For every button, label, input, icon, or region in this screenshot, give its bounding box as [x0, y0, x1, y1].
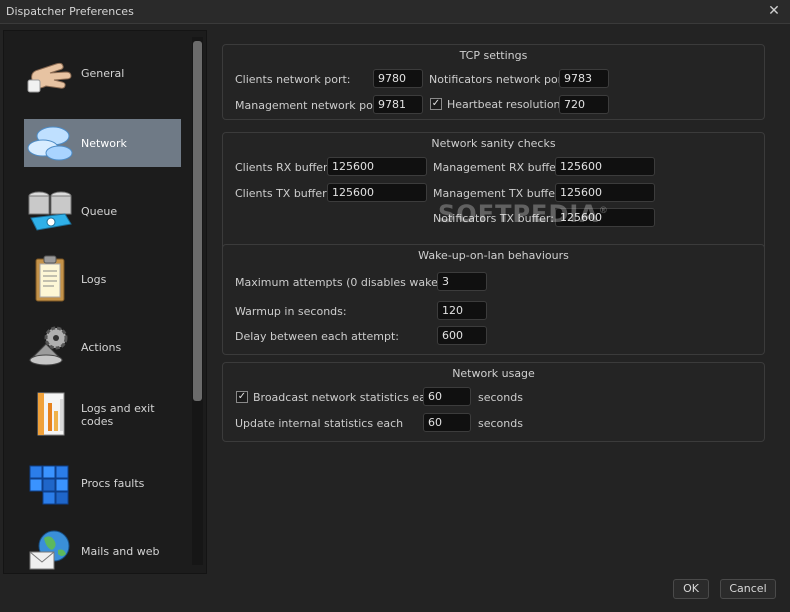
clouds-icon — [24, 119, 76, 167]
warmup-label: Warmup in seconds: — [235, 305, 347, 318]
sidebar-item-label: Logs — [81, 272, 107, 286]
heartbeat-checkbox[interactable]: ✓ — [430, 98, 442, 110]
heartbeat-label: Heartbeat resolution: — [447, 98, 565, 111]
broadcast-label: Broadcast network statistics each — [253, 391, 439, 404]
broadcast-interval-input[interactable] — [423, 387, 471, 406]
management-port-label: Management network port: — [235, 99, 386, 112]
management-rx-label: Management RX buffer: — [433, 161, 564, 174]
sidebar-item-logs[interactable]: Logs — [24, 255, 181, 303]
sidebar-item-label: Queue — [81, 204, 118, 218]
close-icon[interactable]: ✕ — [766, 3, 782, 19]
clipboard-icon — [24, 255, 76, 303]
max-attempts-label: Maximum attempts (0 disables wake up): — [235, 276, 464, 289]
globe-mail-icon — [24, 527, 76, 573]
sidebar-item-mails-web[interactable]: Mails and web — [24, 527, 181, 573]
cancel-button[interactable]: Cancel — [720, 579, 776, 599]
notificators-port-label: Notificators network port: — [429, 73, 571, 86]
network-sanity-group: Network sanity checks Clients RX buffer:… — [222, 132, 765, 255]
wake-on-lan-group: Wake-up-on-lan behaviours Maximum attemp… — [222, 244, 765, 355]
group-title: Wake-up-on-lan behaviours — [418, 249, 569, 262]
group-title: Network usage — [452, 367, 535, 380]
sidebar-scrollbar-thumb[interactable] — [193, 41, 202, 401]
delay-label: Delay between each attempt: — [235, 330, 399, 343]
management-tx-label: Management TX buffer: — [433, 187, 564, 200]
sidebar-item-general[interactable]: General — [24, 49, 181, 97]
clients-tx-input[interactable] — [327, 183, 427, 202]
broadcast-checkbox[interactable]: ✓ — [236, 391, 248, 403]
management-rx-input[interactable] — [555, 157, 655, 176]
sidebar-item-label: Actions — [81, 340, 122, 354]
notificators-port-input[interactable] — [559, 69, 609, 88]
ok-button[interactable]: OK — [673, 579, 709, 599]
group-title: TCP settings — [459, 49, 528, 62]
warmup-input[interactable] — [437, 301, 487, 320]
clients-rx-input[interactable] — [327, 157, 427, 176]
clients-port-input[interactable] — [373, 69, 423, 88]
database-queue-icon — [24, 187, 76, 235]
network-usage-group: Network usage ✓ Broadcast network statis… — [222, 362, 765, 442]
softpedia-watermark: SOFTPEDIA® — [438, 200, 609, 228]
title-bar: Dispatcher Preferences ✕ — [0, 0, 790, 24]
update-interval-input[interactable] — [423, 413, 471, 432]
group-title: Network sanity checks — [431, 137, 556, 150]
sidebar-item-logs-exit-codes[interactable]: Logs and exit codes — [24, 391, 181, 439]
sidebar-item-queue[interactable]: Queue — [24, 187, 181, 235]
max-attempts-input[interactable] — [437, 272, 487, 291]
gears-icon — [24, 323, 76, 371]
dialog-body: General Network Queue Logs Actions Logs … — [0, 24, 790, 612]
sidebar-item-label: Network — [81, 136, 127, 150]
tcp-settings-group: TCP settings Clients network port: Notif… — [222, 44, 765, 120]
heartbeat-input[interactable] — [559, 95, 609, 114]
sidebar-item-label: Mails and web — [81, 544, 160, 558]
window-title: Dispatcher Preferences — [6, 5, 134, 18]
sidebar-item-label: General — [81, 66, 125, 80]
clients-tx-label: Clients TX buffer: — [235, 187, 331, 200]
clients-rx-label: Clients RX buffer: — [235, 161, 332, 174]
category-sidebar: General Network Queue Logs Actions Logs … — [3, 30, 207, 574]
sidebar-item-network[interactable]: Network — [24, 119, 181, 167]
sidebar-scrollbar[interactable] — [192, 37, 203, 565]
sidebar-item-label: Procs faults — [81, 476, 145, 490]
sidebar-item-label: Logs and exit codes — [81, 402, 155, 428]
update-unit: seconds — [478, 417, 523, 430]
pointing-hand-icon — [24, 49, 76, 97]
sidebar-item-procs-faults[interactable]: Procs faults — [24, 459, 181, 507]
management-port-input[interactable] — [373, 95, 423, 114]
clients-port-label: Clients network port: — [235, 73, 351, 86]
delay-input[interactable] — [437, 326, 487, 345]
blue-cubes-icon — [24, 459, 76, 507]
update-label: Update internal statistics each — [235, 417, 404, 430]
document-chart-icon — [24, 391, 76, 439]
broadcast-unit: seconds — [478, 391, 523, 404]
sidebar-item-actions[interactable]: Actions — [24, 323, 181, 371]
